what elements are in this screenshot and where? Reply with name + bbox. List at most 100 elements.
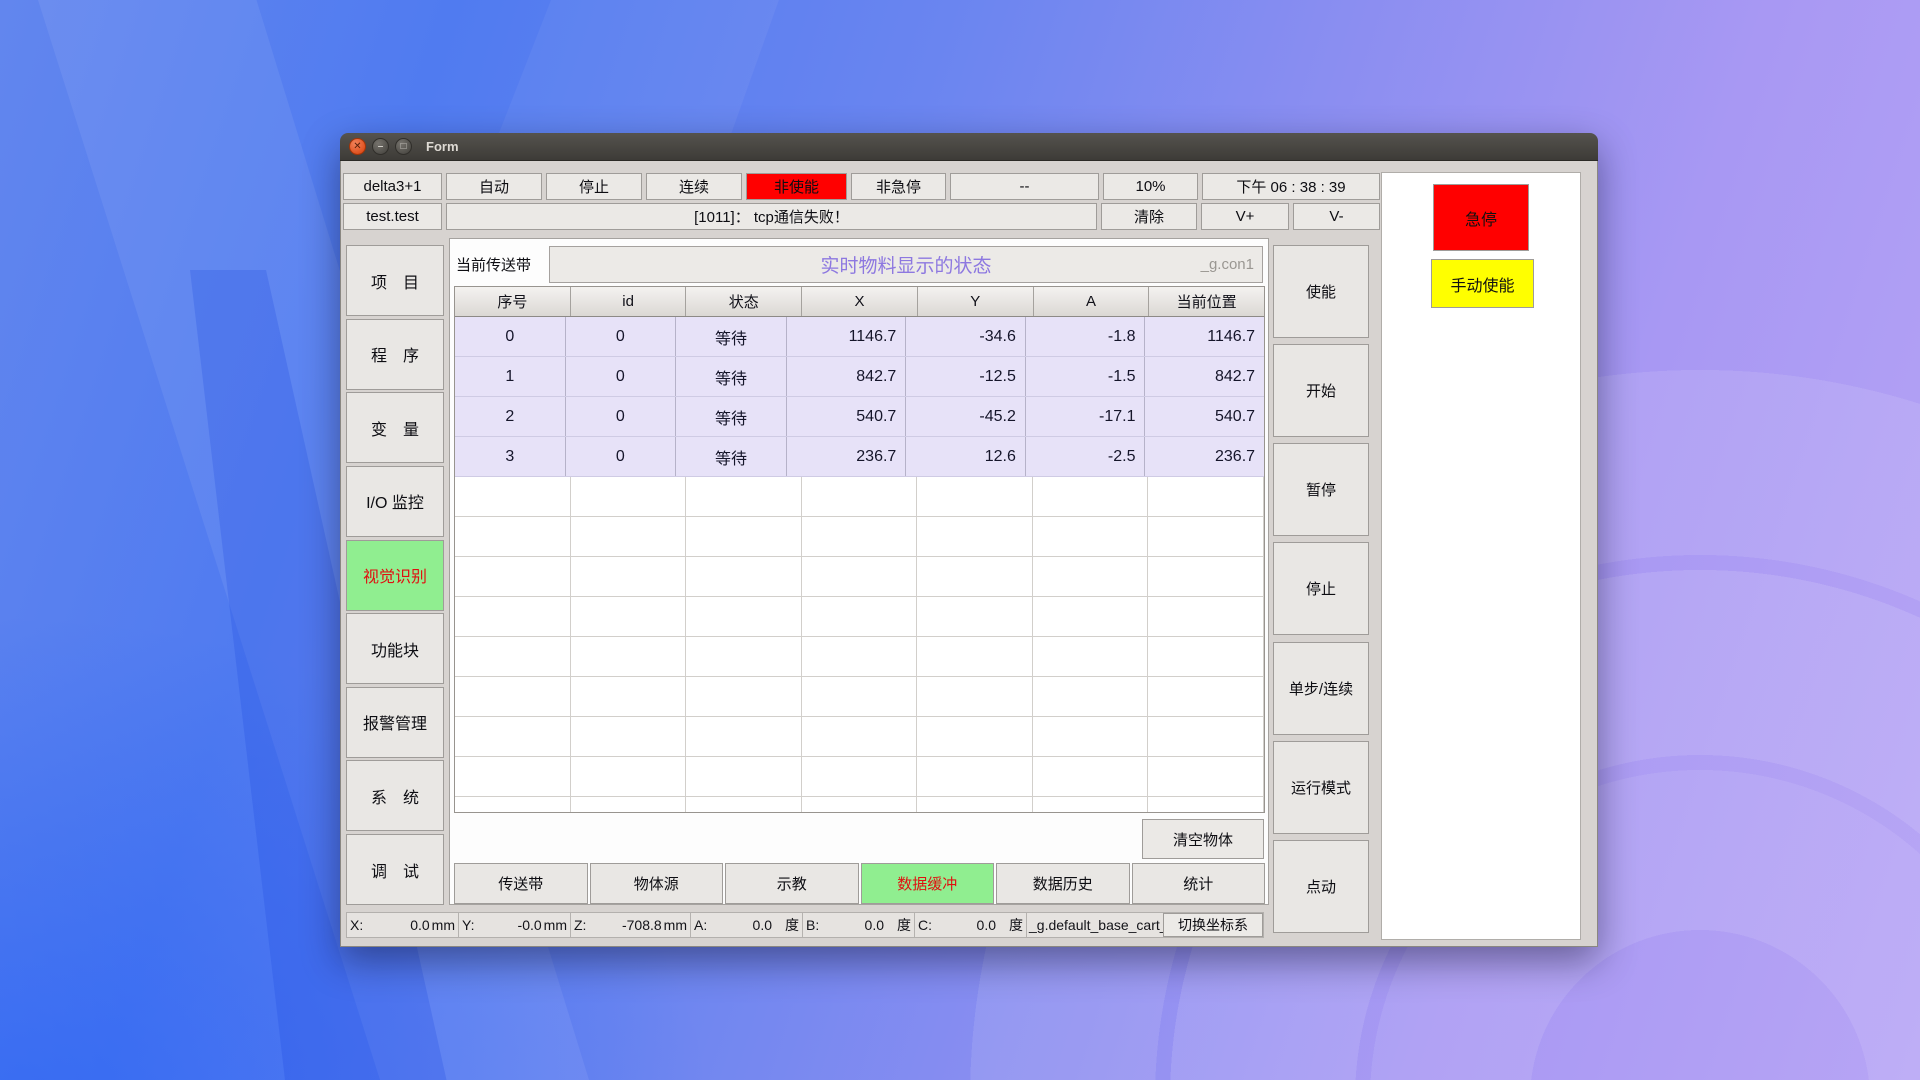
tab-teach[interactable]: 示教 <box>725 863 859 904</box>
table-cell: 0 <box>566 397 677 436</box>
table-row[interactable]: 1 0 等待 842.7 -12.5 -1.5 842.7 <box>455 357 1264 397</box>
start-button[interactable]: 开始 <box>1273 344 1369 437</box>
window-titlebar[interactable]: ✕ – □ Form <box>340 133 1598 161</box>
pause-button[interactable]: 暂停 <box>1273 443 1369 536</box>
table-row[interactable]: 0 0 等待 1146.7 -34.6 -1.8 1146.7 <box>455 317 1264 357</box>
table-empty-cell <box>455 477 571 516</box>
table-empty-cell <box>455 677 571 716</box>
tab-object-source[interactable]: 物体源 <box>590 863 724 904</box>
table-empty-row <box>455 597 1264 637</box>
table-cell: -34.6 <box>906 317 1026 356</box>
table-empty-cell <box>802 757 918 796</box>
sidebar-item-debug[interactable]: 调 试 <box>346 834 444 905</box>
table-empty-cell <box>571 597 687 636</box>
table-empty-cell <box>1033 797 1149 813</box>
conveyor-label: 当前传送带 <box>456 246 549 283</box>
coord-value: -708.8 <box>586 917 661 933</box>
coord-unit: mm <box>432 917 455 933</box>
table-empty-cell <box>1033 477 1149 516</box>
enable-state-cell: 非使能 <box>746 173 847 200</box>
clear-objects-button[interactable]: 清空物体 <box>1142 819 1264 859</box>
table-empty-cell <box>1033 637 1149 676</box>
table-empty-cell <box>455 557 571 596</box>
table-empty-cell <box>917 677 1033 716</box>
coord-unit: 度 <box>785 915 799 935</box>
table-cell: -2.5 <box>1026 437 1146 476</box>
coord-z: Z: -708.8 mm <box>571 913 691 937</box>
stop-button[interactable]: 停止 <box>1273 542 1369 635</box>
column-header: X <box>802 287 918 316</box>
step-continuous-button[interactable]: 单步/连续 <box>1273 642 1369 735</box>
table-cell: 1146.7 <box>1145 317 1264 356</box>
error-message-cell: [1011]： tcp通信失败！ <box>446 203 1097 230</box>
switch-frame-button[interactable]: 切换坐标系 <box>1163 913 1263 937</box>
robot-control-column: 使能 开始 暂停 停止 单步/连续 运行模式 点动 <box>1273 245 1369 933</box>
emergency-stop-button[interactable]: 急停 <box>1433 184 1529 251</box>
table-empty-cell <box>571 757 687 796</box>
table-empty-cell <box>1033 677 1149 716</box>
table-empty-cell <box>571 637 687 676</box>
tab-data-history[interactable]: 数据历史 <box>996 863 1130 904</box>
table-empty-cell <box>917 717 1033 756</box>
table-empty-cell <box>802 797 918 813</box>
table-empty-cell <box>686 637 802 676</box>
coord-value: 0.0 <box>819 917 884 933</box>
sidebar-item-program[interactable]: 程 序 <box>346 319 444 390</box>
coord-label: A: <box>694 917 707 933</box>
table-empty-cell <box>802 677 918 716</box>
table-cell: 等待 <box>676 437 787 476</box>
table-empty-cell <box>1033 717 1149 756</box>
estop-panel: 急停 手动使能 <box>1381 172 1581 940</box>
table-empty-cell <box>802 717 918 756</box>
coord-b: B: 0.0 度 <box>803 913 915 937</box>
tab-conveyor[interactable]: 传送带 <box>454 863 588 904</box>
table-cell: -1.5 <box>1026 357 1146 396</box>
table-empty-cell <box>686 797 802 813</box>
conveyor-variable-name: _g.con1 <box>1201 256 1254 273</box>
table-row[interactable]: 2 0 等待 540.7 -45.2 -17.1 540.7 <box>455 397 1264 437</box>
table-empty-cell <box>455 797 571 813</box>
table-empty-cell <box>455 717 571 756</box>
sidebar-item-io-monitor[interactable]: I/O 监控 <box>346 466 444 537</box>
window-minimize-button[interactable]: – <box>372 138 389 155</box>
sidebar-item-system[interactable]: 系 统 <box>346 760 444 831</box>
sidebar-item-function-block[interactable]: 功能块 <box>346 613 444 684</box>
sidebar-item-project[interactable]: 项 目 <box>346 245 444 316</box>
column-header: 状态 <box>686 287 802 316</box>
table-empty-cell <box>802 637 918 676</box>
conveyor-status-title: 实时物料显示的状态 <box>820 251 991 278</box>
table-empty-row <box>455 717 1264 757</box>
table-empty-cell <box>1148 677 1264 716</box>
run-mode-button[interactable]: 运行模式 <box>1273 741 1369 834</box>
table-cell: 等待 <box>676 317 787 356</box>
window-close-button[interactable]: ✕ <box>349 138 366 155</box>
tab-statistics[interactable]: 统计 <box>1132 863 1266 904</box>
coordinate-status-bar: X: 0.0 mm Y: -0.0 mm Z: -708.8 mm A: 0.0… <box>346 912 1264 938</box>
table-empty-row <box>455 757 1264 797</box>
table-cell: 1 <box>455 357 566 396</box>
table-row[interactable]: 3 0 等待 236.7 12.6 -2.5 236.7 <box>455 437 1264 477</box>
clear-error-button[interactable]: 清除 <box>1101 203 1197 230</box>
table-cell: 236.7 <box>787 437 907 476</box>
tab-data-buffer[interactable]: 数据缓冲 <box>861 863 995 904</box>
speed-up-button[interactable]: V+ <box>1201 203 1289 230</box>
table-empty-cell <box>917 517 1033 556</box>
sidebar-item-vision[interactable]: 视觉识别 <box>346 540 444 611</box>
table-cell: 等待 <box>676 397 787 436</box>
table-empty-row <box>455 477 1264 517</box>
enable-button[interactable]: 使能 <box>1273 245 1369 338</box>
table-empty-cell <box>455 597 571 636</box>
sidebar-item-variables[interactable]: 变 量 <box>346 392 444 463</box>
table-empty-rows <box>455 477 1264 813</box>
window-maximize-button[interactable]: □ <box>395 138 412 155</box>
speed-down-button[interactable]: V- <box>1293 203 1380 230</box>
coord-unit: 度 <box>1009 915 1023 935</box>
sidebar-item-alarm-mgmt[interactable]: 报警管理 <box>346 687 444 758</box>
coord-label: Z: <box>574 917 586 933</box>
manual-enable-button[interactable]: 手动使能 <box>1431 259 1534 308</box>
table-empty-row <box>455 557 1264 597</box>
table-empty-cell <box>686 757 802 796</box>
table-empty-cell <box>1148 477 1264 516</box>
column-header: Y <box>918 287 1034 316</box>
jog-button[interactable]: 点动 <box>1273 840 1369 933</box>
